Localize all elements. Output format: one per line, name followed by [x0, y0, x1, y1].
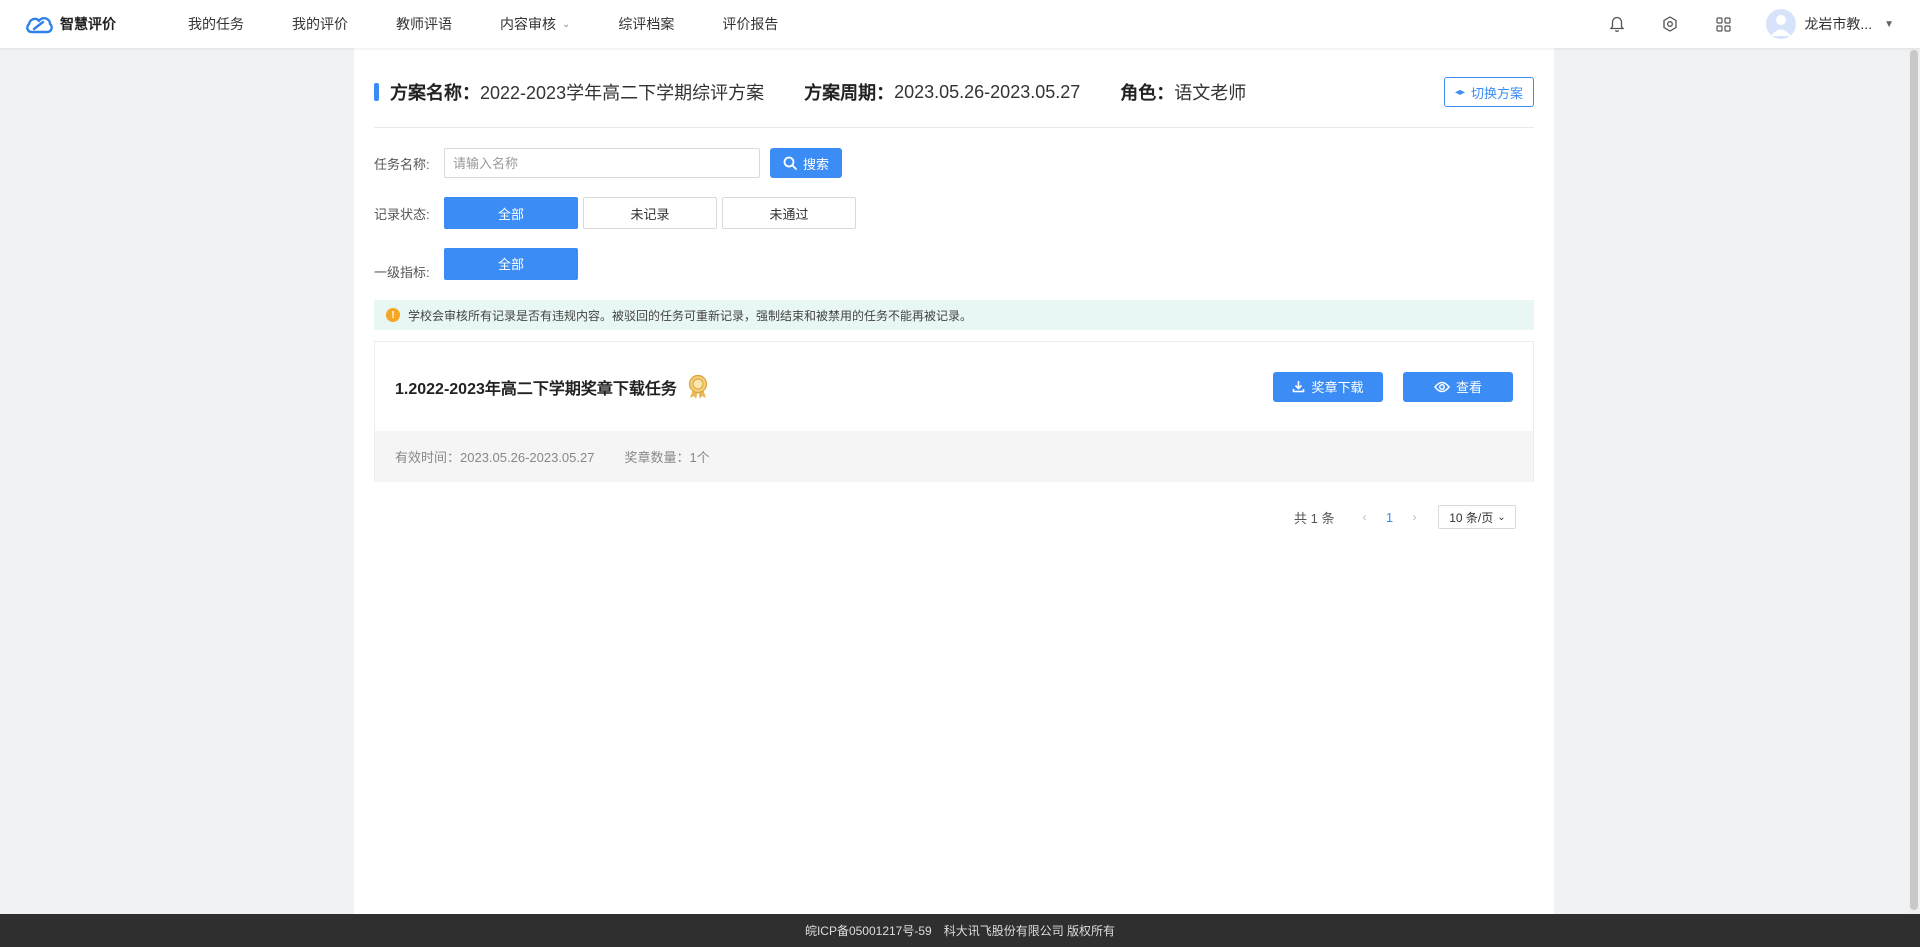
status-label: 记录状态: — [374, 206, 430, 222]
icp-number: 皖ICP备05001217号-59 — [804, 924, 932, 938]
avatar — [1766, 9, 1797, 39]
total-count: 共 1 条 — [1294, 510, 1335, 526]
nav-label: 综评档案 — [618, 16, 675, 32]
view-label: 查看 — [1455, 380, 1482, 395]
nav-item-evaluation-report[interactable]: 评价报告 — [722, 14, 778, 34]
footer: 皖ICP备05001217号-59 科大讯飞股份有限公司 版权所有 — [0, 914, 1920, 947]
nav-item-content-review[interactable]: 内容审核 ⌄ — [500, 14, 570, 34]
switch-scheme-button[interactable]: ◂▸ 切换方案 — [1443, 77, 1534, 107]
cloud-logo-icon — [26, 16, 53, 34]
nav-label: 评价报告 — [722, 16, 779, 32]
task-actions: 奖章下载 查看 — [1253, 371, 1513, 402]
task-card-meta: 有效时间：2023.05.26-2023.05.27 奖章数量：1个 — [375, 431, 1533, 482]
scheme-period-value: 2023.05.26-2023.05.27 — [894, 81, 1081, 102]
page-size-value: 10 条/页 — [1449, 510, 1494, 525]
topbar-right: 龙岩市教... ▼ — [1607, 0, 1920, 48]
download-label: 奖章下载 — [1311, 380, 1364, 395]
swap-arrows-icon: ◂▸ — [1454, 86, 1465, 98]
header-accent-bar — [374, 83, 379, 101]
scheme-name-value: 2022-2023学年高二下学期综评方案 — [480, 83, 765, 103]
status-option-unrecorded[interactable]: 未记录 — [583, 197, 717, 229]
switch-scheme-label: 切换方案 — [1470, 85, 1523, 101]
search-label: 搜索 — [802, 156, 829, 172]
medal-download-button[interactable]: 奖章下载 — [1273, 371, 1383, 402]
user-menu[interactable]: 龙岩市教... ▼ — [1766, 9, 1894, 39]
copyright: 科大讯飞股份有限公司 版权所有 — [943, 924, 1116, 938]
pagination: 共 1 条 ‹ 1 › 10 条/页 ⌄ — [1294, 505, 1517, 529]
view-button[interactable]: 查看 — [1403, 371, 1513, 402]
scheme-period-label: 方案周期： — [804, 83, 895, 103]
nav-label: 教师评语 — [396, 16, 452, 32]
chevron-down-icon: ⌄ — [562, 18, 571, 30]
task-title: 1.2022-2023年高二下学期奖章下载任务 — [395, 380, 677, 398]
task-name-filter: 任务名称: 搜索 — [374, 148, 842, 178]
valid-time: 有效时间：2023.05.26-2023.05.27 — [395, 450, 595, 465]
scheme-header: 方案名称： 2022-2023学年高二下学期综评方案 方案周期： 2023.05… — [374, 76, 1534, 108]
brand[interactable]: 智慧评价 — [24, 13, 188, 35]
info-icon: ! — [386, 308, 400, 322]
vertical-scrollbar[interactable] — [1908, 48, 1920, 914]
eye-icon — [1434, 381, 1450, 392]
gear-icon[interactable] — [1660, 14, 1680, 34]
nav-label: 内容审核 — [500, 16, 556, 32]
bell-icon[interactable] — [1607, 14, 1627, 34]
scrollbar-thumb[interactable] — [1910, 50, 1918, 910]
prev-page-icon[interactable]: ‹ — [1354, 510, 1374, 524]
chevron-down-icon: ⌄ — [1497, 511, 1506, 523]
task-card-header: 1.2022-2023年高二下学期奖章下载任务 奖章下载 查看 — [375, 342, 1533, 431]
role-value: 语文老师 — [1174, 83, 1247, 103]
nav-item-my-tasks[interactable]: 我的任务 — [188, 14, 244, 34]
apps-grid-icon[interactable] — [1713, 14, 1733, 34]
medal-icon — [688, 374, 707, 399]
indicator-label: 一级指标: — [374, 265, 430, 280]
header-divider — [374, 127, 1534, 128]
task-card: 1.2022-2023年高二下学期奖章下载任务 奖章下载 查看 有效时间：202… — [374, 341, 1534, 482]
download-icon — [1293, 381, 1305, 393]
status-filter: 记录状态: 全部 未记录 未通过 — [374, 197, 861, 229]
medal-count: 奖章数量：1个 — [624, 450, 710, 465]
status-option-all[interactable]: 全部 — [444, 197, 578, 229]
search-button[interactable]: 搜索 — [770, 148, 842, 178]
main-panel: 方案名称： 2022-2023学年高二下学期综评方案 方案周期： 2023.05… — [354, 48, 1554, 914]
notice-text: 学校会审核所有记录是否有违规内容。被驳回的任务可重新记录，强制结束和被禁用的任务… — [408, 308, 973, 323]
caret-down-icon: ▼ — [1884, 18, 1894, 30]
status-option-rejected[interactable]: 未通过 — [722, 197, 856, 229]
top-navigation-bar: 智慧评价 我的任务 我的评价 教师评语 内容审核 ⌄ 综评档案 评价报告 龙岩市教… — [0, 0, 1920, 48]
user-name: 龙岩市教... — [1804, 16, 1873, 32]
task-name-input[interactable] — [444, 148, 760, 178]
page-number[interactable]: 1 — [1374, 510, 1404, 525]
task-name-label: 任务名称: — [374, 156, 430, 172]
indicator-option-all[interactable]: 全部 — [444, 247, 578, 280]
main-nav: 我的任务 我的评价 教师评语 内容审核 ⌄ 综评档案 评价报告 — [188, 14, 826, 34]
nav-item-teacher-comments[interactable]: 教师评语 — [396, 14, 452, 34]
nav-label: 我的任务 — [188, 16, 244, 32]
notice-banner: ! 学校会审核所有记录是否有违规内容。被驳回的任务可重新记录，强制结束和被禁用的… — [374, 300, 1534, 330]
page-size-select[interactable]: 10 条/页 ⌄ — [1438, 505, 1517, 529]
role-label: 角色： — [1120, 83, 1175, 103]
search-icon — [783, 156, 797, 170]
indicator-filter: 一级指标: 全部 — [374, 246, 583, 281]
brand-name: 智慧评价 — [60, 16, 116, 32]
nav-item-my-evaluations[interactable]: 我的评价 — [292, 14, 348, 34]
nav-label: 我的评价 — [292, 16, 348, 32]
nav-item-evaluation-archive[interactable]: 综评档案 — [618, 14, 674, 34]
next-page-icon[interactable]: › — [1404, 510, 1424, 524]
scheme-name-label: 方案名称： — [390, 83, 480, 103]
